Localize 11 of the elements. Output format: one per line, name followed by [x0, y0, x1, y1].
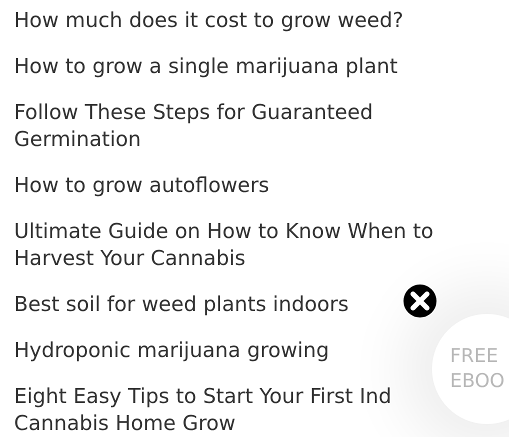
article-link[interactable]: Ultimate Guide on How to Know When to Harvest Your Cannabis — [14, 218, 434, 272]
article-link[interactable]: Hydroponic marijuana growing — [14, 337, 330, 364]
article-link[interactable]: How to grow a single marijuana plant — [14, 53, 398, 80]
article-link[interactable]: Eight Easy Tips to Start Your First Ind Cannabis Home Grow — [14, 383, 392, 437]
badge-text: FREE — [450, 344, 498, 369]
article-link[interactable]: How much does it cost to grow weed? — [14, 7, 404, 34]
article-link[interactable]: Best soil for weed plants indoors — [14, 291, 349, 318]
article-link[interactable]: Follow These Steps for Guaranteed Germination — [14, 99, 374, 153]
close-icon[interactable] — [402, 283, 438, 319]
badge-text: EBOO — [450, 369, 505, 394]
article-link[interactable]: How to grow autoflowers — [14, 172, 270, 199]
